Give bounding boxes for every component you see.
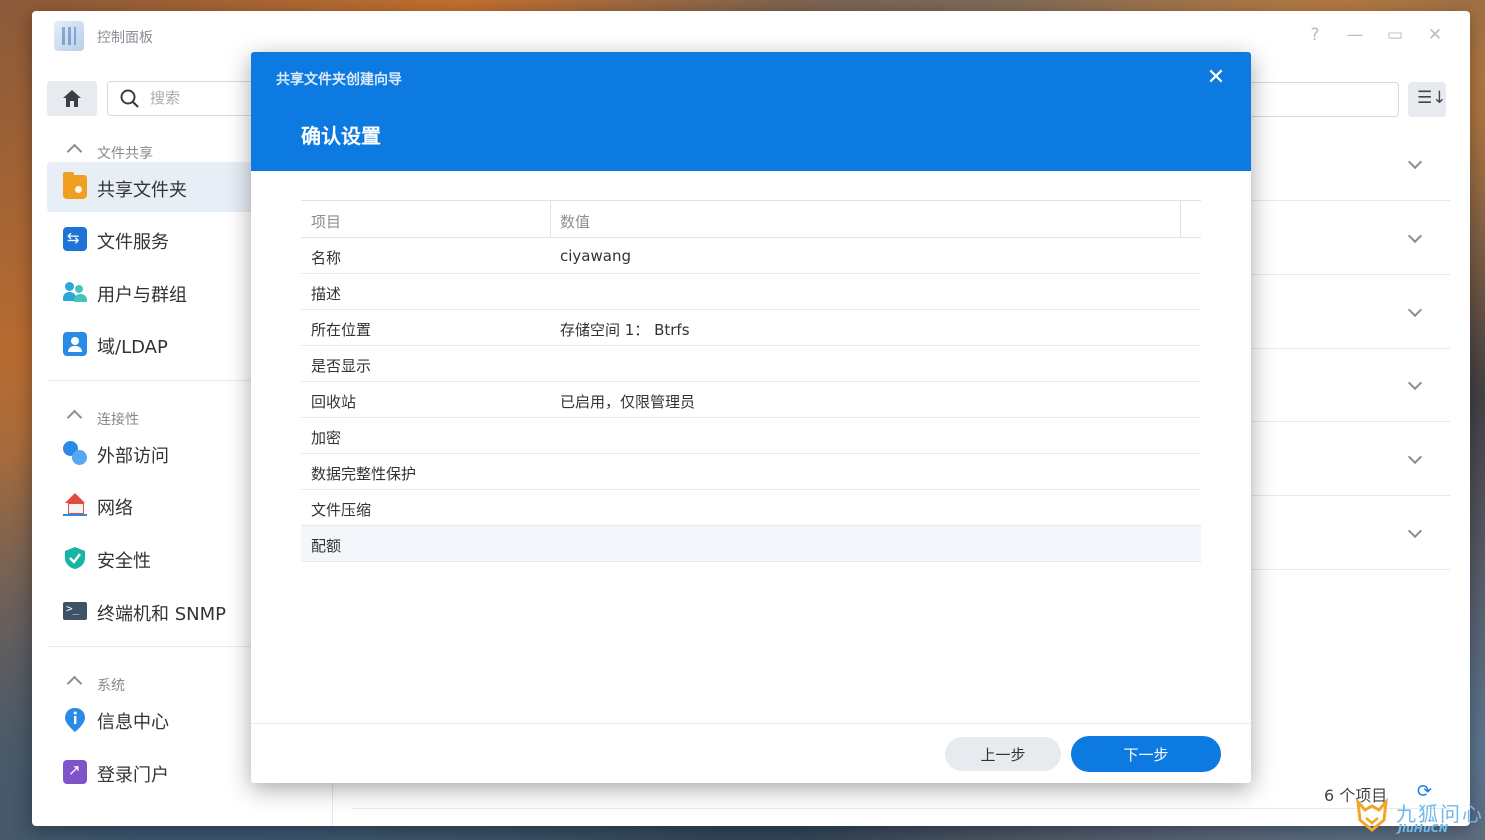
window-title: 控制面板 [97,30,153,46]
row-item: 数据完整性保护 [311,465,417,483]
row-item: 是否显示 [311,357,372,375]
row-item: 描述 [311,285,342,303]
table-row[interactable]: 名称 ciyawang [301,238,1201,274]
row-item: 名称 [311,249,342,267]
network-icon [63,493,87,517]
chevron-down-icon[interactable] [1407,228,1423,244]
next-step-button[interactable]: 下一步 [1071,736,1221,772]
sort-icon: ☰↓ [1417,88,1447,108]
row-value: ciyawang [560,247,631,265]
chevron-down-icon[interactable] [1407,449,1423,465]
chevron-down-icon[interactable] [1407,154,1423,170]
search-icon [120,89,139,108]
home-button[interactable] [47,81,97,116]
row-item: 文件压缩 [311,501,372,519]
external-access-icon [63,441,87,465]
chevron-up-icon [66,143,83,160]
sort-button[interactable]: ☰↓ [1408,82,1446,117]
create-shared-folder-wizard: 共享文件夹创建向导 确认设置 ✕ 项目 数值 名称 ciyawang 描述 所在… [251,52,1251,783]
terminal-icon: >_ [63,602,87,620]
table-header: 项目 数值 [301,200,1201,238]
info-center-icon [63,707,87,732]
wizard-title: 共享文件夹创建向导 [276,72,402,88]
settings-table: 项目 数值 名称 ciyawang 描述 所在位置 存储空间 1： Btrfs … [301,200,1201,562]
table-row[interactable]: 数据完整性保护 [301,454,1201,490]
chevron-down-icon[interactable] [1407,302,1423,318]
help-icon[interactable]: ? [1304,25,1326,45]
fox-logo-icon [1356,798,1388,832]
security-shield-icon [63,546,87,570]
column-separator[interactable] [550,201,551,237]
column-separator[interactable] [1180,201,1181,237]
folder-share-icon [63,172,87,199]
row-item: 所在位置 [311,321,372,339]
table-row[interactable]: 回收站 已启用，仅限管理员 [301,382,1201,418]
maximize-icon[interactable]: ▭ [1384,25,1406,45]
watermark-subtext: JiuHuCN [1398,822,1449,835]
table-row[interactable]: 加密 [301,418,1201,454]
file-services-icon: ⇆ [63,227,87,251]
previous-step-button[interactable]: 上一步 [945,737,1061,771]
table-row[interactable]: 配额 [301,526,1201,562]
dialog-footer: 上一步 下一步 [251,723,1251,783]
dialog-close-icon[interactable]: ✕ [1206,65,1226,90]
minimize-icon[interactable]: — [1344,25,1366,45]
dialog-step-title: 确认设置 [301,124,381,148]
control-panel-logo-icon [54,21,84,51]
row-item: 配额 [311,537,342,555]
table-row[interactable]: 是否显示 [301,346,1201,382]
row-item: 回收站 [311,393,357,411]
column-header-value[interactable]: 数值 [560,211,590,232]
row-value: 存储空间 1： Btrfs [560,321,690,339]
users-icon [63,280,87,304]
login-portal-icon: ↗ [63,760,87,784]
table-row[interactable]: 描述 [301,274,1201,310]
chevron-up-icon [66,675,83,692]
table-row[interactable]: 所在位置 存储空间 1： Btrfs [301,310,1201,346]
home-icon [63,90,81,107]
footer-divider [352,808,1450,809]
watermark: 九狐问心 JiuHuCN [1350,796,1485,840]
column-header-item[interactable]: 项目 [311,211,341,232]
domain-ldap-icon [63,332,87,356]
chevron-down-icon[interactable] [1407,375,1423,391]
chevron-down-icon[interactable] [1407,523,1423,539]
row-item: 加密 [311,429,342,447]
dialog-header: 共享文件夹创建向导 确认设置 ✕ [251,52,1251,171]
chevron-up-icon [66,409,83,426]
table-row[interactable]: 文件压缩 [301,490,1201,526]
row-value: 已启用，仅限管理员 [560,393,696,411]
close-icon[interactable]: ✕ [1424,25,1446,45]
